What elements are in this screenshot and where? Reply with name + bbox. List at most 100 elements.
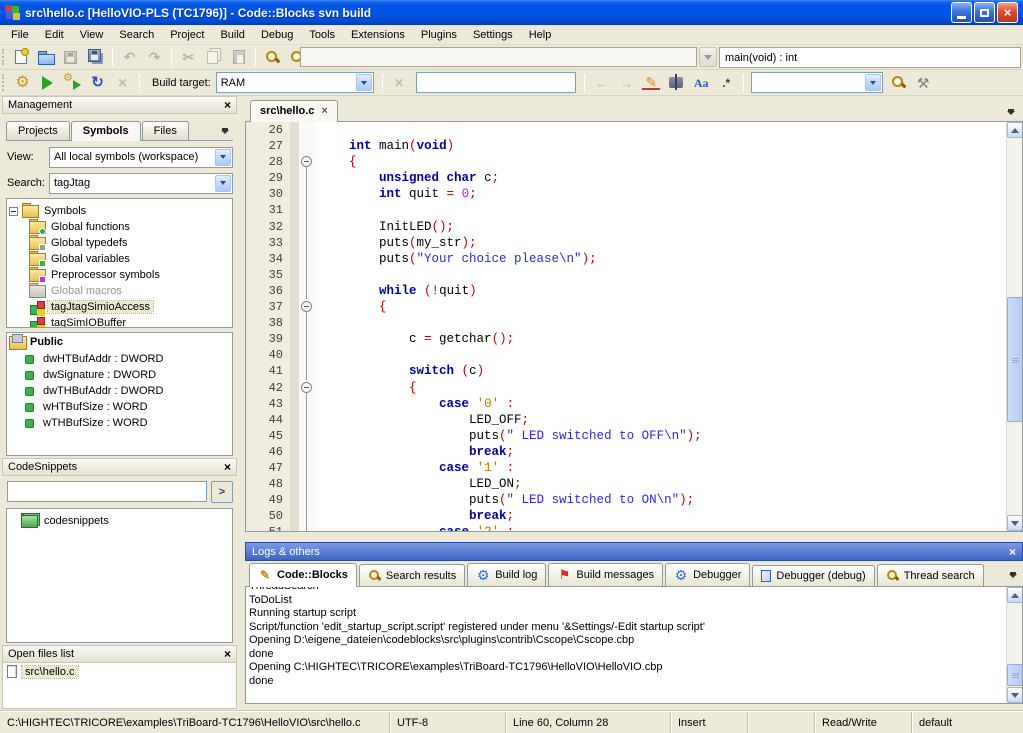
scroll-thumb[interactable] (1007, 297, 1023, 422)
view-combo[interactable]: All local symbols (workspace) (49, 147, 233, 168)
thread-search-combo[interactable] (751, 72, 883, 93)
scope-combo[interactable]: main(void) : int (719, 47, 1021, 68)
symbols-tree[interactable]: SymbolsGlobal functionsGlobal typedefsGl… (6, 198, 233, 328)
tab-files[interactable]: Files (142, 121, 189, 140)
scroll-down-icon[interactable] (1007, 515, 1023, 531)
log-tab-debugger[interactable]: ⚙Debugger (665, 563, 750, 586)
find-icon[interactable] (260, 46, 285, 68)
close-icon[interactable]: × (224, 462, 231, 472)
snippet-search-button[interactable]: > (211, 481, 233, 503)
menu-project[interactable]: Project (162, 27, 212, 43)
member-item[interactable]: wHTBufSize : WORD (7, 399, 232, 415)
menu-tools[interactable]: Tools (301, 27, 343, 43)
code-editor[interactable]: 2627 int main(void)28 {29 unsigned char … (245, 122, 1023, 532)
log-tab-thread-search[interactable]: Thread search (877, 564, 984, 586)
regex-icon[interactable]: .* (714, 72, 739, 94)
menu-search[interactable]: Search (111, 27, 162, 43)
vise-icon[interactable] (664, 72, 689, 94)
tab-list-dropdown-icon[interactable] (221, 125, 233, 140)
open-files-header[interactable]: Open files list × (2, 645, 237, 663)
fold-margin[interactable] (299, 299, 315, 315)
menu-settings[interactable]: Settings (465, 27, 521, 43)
close-button[interactable]: × (997, 2, 1018, 23)
menu-file[interactable]: File (3, 27, 37, 43)
member-item[interactable]: dwSignature : DWORD (7, 367, 232, 383)
codesnippets-tree[interactable]: codesnippets (6, 508, 233, 643)
menu-build[interactable]: Build (212, 27, 252, 43)
build-and-run-icon[interactable] (60, 72, 85, 94)
log-tab-debugger-debug-[interactable]: Debugger (debug) (752, 565, 874, 586)
close-icon[interactable]: × (1009, 547, 1016, 557)
chevron-down-icon[interactable] (356, 74, 372, 91)
menu-view[interactable]: View (72, 27, 112, 43)
member-item[interactable]: dwTHBufAddr : DWORD (7, 383, 232, 399)
close-tab-icon[interactable]: × (321, 105, 327, 117)
toolbar-grip[interactable] (2, 74, 5, 91)
editor-tab[interactable]: src\hello.c × (250, 100, 338, 122)
tree-item[interactable]: codesnippets (7, 513, 232, 529)
tree-item-global-variables[interactable]: Global variables (7, 251, 232, 267)
menu-plugins[interactable]: Plugins (413, 27, 465, 43)
build-target-combo[interactable]: RAM (216, 72, 374, 93)
tree-item-global-macros[interactable]: Global macros (7, 283, 232, 299)
tree-item-global-functions[interactable]: Global functions (7, 219, 232, 235)
chevron-down-icon[interactable] (865, 74, 881, 91)
close-icon[interactable]: × (224, 649, 231, 659)
scroll-up-icon[interactable] (1007, 587, 1023, 603)
options-wrench-icon[interactable]: ⚒ (911, 72, 936, 94)
match-case-icon[interactable]: Aa (689, 72, 714, 94)
tab-list-dropdown-icon[interactable] (1007, 106, 1023, 121)
rebuild-icon[interactable]: ↻ (85, 72, 110, 94)
tree-item-preprocessor-symbols[interactable]: Preprocessor symbols (7, 267, 232, 283)
logs-header[interactable]: Logs & others × (245, 542, 1023, 561)
snippet-search-input[interactable] (7, 481, 207, 502)
save-all-icon[interactable] (83, 46, 108, 68)
open-files-list[interactable]: src\hello.c (2, 663, 237, 709)
symbol-search-combo[interactable]: tagJtag (49, 173, 233, 194)
chevron-down-icon[interactable] (215, 149, 231, 166)
management-header[interactable]: Management × (2, 96, 237, 114)
menu-help[interactable]: Help (521, 27, 560, 43)
editor-vscrollbar[interactable] (1006, 122, 1022, 531)
tree-expander-icon[interactable] (9, 207, 18, 216)
menu-edit[interactable]: Edit (37, 27, 72, 43)
tree-item-global-typedefs[interactable]: Global typedefs (7, 235, 232, 251)
tab-projects[interactable]: Projects (6, 121, 70, 140)
highlight-icon[interactable]: ✎ (639, 72, 664, 94)
open-file-item[interactable]: src\hello.c (3, 663, 236, 680)
scroll-down-icon[interactable] (1007, 687, 1023, 703)
open-file-icon[interactable] (33, 46, 58, 68)
menu-debug[interactable]: Debug (253, 27, 301, 43)
fold-margin[interactable] (299, 154, 315, 170)
new-file-icon[interactable] (8, 46, 33, 68)
log-output[interactable]: ThreadSearchToDoListRunning startup scri… (245, 587, 1023, 704)
log-tab-code-blocks[interactable]: ✎Code::Blocks (249, 563, 357, 587)
fold-margin[interactable] (299, 380, 315, 396)
symbol-members-list[interactable]: Public dwHTBufAddr : DWORDdwSignature : … (6, 332, 233, 456)
chevron-down-icon[interactable] (215, 175, 231, 192)
thread-search-icon[interactable] (886, 72, 911, 94)
title-bar[interactable]: src\hello.c [HelloVIO-PLS (TC1796)] - Co… (0, 0, 1023, 25)
tree-item-tagsimiobuffer[interactable]: tagSimIOBuffer (7, 315, 232, 328)
member-item[interactable]: dwHTBufAddr : DWORD (7, 351, 232, 367)
menu-extensions[interactable]: Extensions (343, 27, 413, 43)
tree-item-tagjtagsimioaccess[interactable]: tagJtagSimioAccess (7, 299, 232, 315)
build-icon[interactable]: ⚙ (10, 72, 35, 94)
log-tab-search-results[interactable]: Search results (359, 564, 465, 586)
scroll-up-icon[interactable] (1007, 122, 1023, 138)
member-item[interactable]: wTHBufSize : WORD (7, 415, 232, 431)
run-icon[interactable] (35, 72, 60, 94)
tab-list-dropdown-icon[interactable] (1009, 569, 1023, 586)
log-tab-build-log[interactable]: ⚙Build log (467, 563, 546, 586)
minimize-button[interactable] (951, 2, 972, 23)
scroll-thumb[interactable] (1007, 664, 1023, 686)
close-icon[interactable]: × (224, 100, 231, 110)
codesnippets-header[interactable]: CodeSnippets × (2, 458, 237, 476)
toolbar-grip[interactable] (2, 49, 5, 65)
tab-symbols[interactable]: Symbols (71, 121, 141, 141)
incremental-search-input[interactable] (416, 72, 576, 93)
tree-item-symbols[interactable]: Symbols (7, 203, 232, 219)
log-vscrollbar[interactable] (1006, 587, 1022, 703)
restore-button[interactable] (974, 2, 995, 23)
log-tab-build-messages[interactable]: ⚑Build messages (548, 563, 663, 586)
